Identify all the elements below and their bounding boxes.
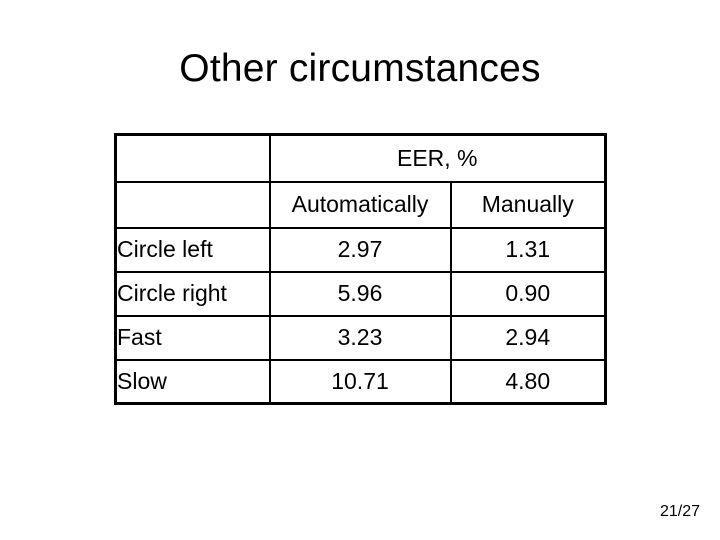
eer-results-table: EER, % Automatically Manually Circle lef… — [114, 133, 607, 405]
cell-circle-left-automatically: 2.97 — [268, 226, 452, 273]
cell-slow-manually: 4.80 — [449, 358, 607, 405]
page-title: Other circumstances — [179, 47, 541, 90]
column-header-automatically: Automatically — [268, 180, 452, 229]
row-label-fast: Fast — [114, 314, 271, 361]
cell-circle-right-manually: 0.90 — [449, 270, 607, 317]
row-label-circle-left: Circle left — [114, 226, 271, 273]
row-label-slow: Slow — [114, 358, 271, 405]
table-row: Circle right 5.96 0.90 — [114, 270, 607, 317]
page-number-indicator: 21/27 — [659, 503, 700, 520]
slide: Other circumstances EER, % Automatically… — [0, 0, 720, 540]
cell-fast-manually: 2.94 — [449, 314, 607, 361]
table-corner-cell-sub — [114, 180, 271, 229]
table-row: Circle left 2.97 1.31 — [114, 226, 607, 273]
column-header-manually: Manually — [449, 180, 607, 229]
table-row: Fast 3.23 2.94 — [114, 314, 607, 361]
table-header-row-group: EER, % — [114, 133, 607, 183]
cell-slow-automatically: 10.71 — [268, 358, 452, 405]
cell-circle-right-automatically: 5.96 — [268, 270, 452, 317]
cell-fast-automatically: 3.23 — [268, 314, 452, 361]
table-corner-cell-top — [114, 133, 271, 183]
row-label-circle-right: Circle right — [114, 270, 271, 317]
table-group-header-eer: EER, % — [268, 133, 607, 183]
cell-circle-left-manually: 1.31 — [449, 226, 607, 273]
table-row: Slow 10.71 4.80 — [114, 358, 607, 405]
table-header-row-sub: Automatically Manually — [114, 180, 607, 229]
